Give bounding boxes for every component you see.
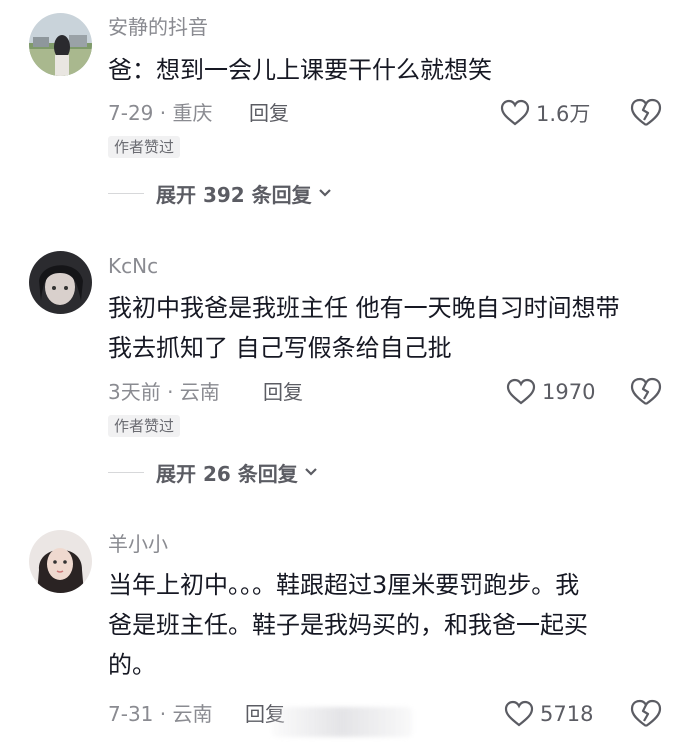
comment-text: 我初中我爸是我班主任 他有一天晚自习时间想带 我去抓知了 自己写假条给自己批	[108, 288, 668, 368]
comment-line: 爸：想到一会儿上课要干什么就想笑	[108, 56, 492, 84]
dislike-button[interactable]	[630, 377, 662, 407]
heart-outline-icon	[500, 99, 530, 126]
broken-heart-icon	[630, 699, 662, 727]
chevron-down-icon	[304, 468, 317, 476]
comment-text: 当年上初中。。。鞋跟超过3厘米要罚跑步。我 爸是班主任。鞋子是我妈买的，和我爸一…	[108, 565, 668, 685]
expand-replies-label[interactable]: 展开 392 条回复	[156, 179, 312, 208]
broken-heart-icon	[630, 98, 662, 126]
avatar[interactable]	[29, 251, 92, 314]
reply-button[interactable]: 回复	[249, 100, 289, 126]
broken-heart-icon	[630, 377, 662, 405]
expand-replies-label[interactable]: 展开 26 条回复	[156, 458, 298, 487]
comment-line: 的。	[108, 651, 156, 679]
comment-meta: 3天前 · 云南	[108, 380, 220, 404]
username[interactable]: 安静的抖音	[108, 15, 208, 39]
comment-line: 我初中我爸是我班主任 他有一天晚自习时间想带	[108, 294, 620, 322]
like-count: 1.6万	[536, 102, 591, 126]
dislike-button[interactable]	[630, 699, 662, 729]
expand-replies[interactable]: 展开 392 条回复	[108, 178, 332, 208]
expand-replies[interactable]: 展开 26 条回复	[108, 457, 318, 487]
username[interactable]: KcNc	[108, 254, 158, 278]
divider	[108, 192, 144, 194]
avatar[interactable]	[29, 13, 92, 76]
heart-outline-icon	[506, 378, 536, 405]
comment-line: 我去抓知了 自己写假条给自己批	[108, 334, 452, 362]
comment-line: 当年上初中。。。鞋跟超过3厘米要罚跑步。我	[108, 571, 580, 599]
author-liked-badge: 作者赞过	[108, 415, 181, 437]
like-count: 5718	[540, 702, 594, 726]
dislike-button[interactable]	[630, 98, 662, 128]
comment-meta: 7-29 · 重庆	[108, 101, 213, 125]
like-button[interactable]: 1.6万	[500, 98, 590, 128]
comment-text: 爸：想到一会儿上课要干什么就想笑	[108, 50, 668, 90]
heart-outline-icon	[504, 700, 534, 727]
comment-line: 爸是班主任。鞋子是我妈买的，和我爸一起买	[108, 611, 588, 639]
chevron-down-icon	[318, 189, 331, 197]
reply-button[interactable]: 回复	[263, 379, 303, 405]
watermark-blur	[272, 707, 412, 737]
like-count: 1970	[542, 380, 596, 404]
username[interactable]: 羊小小	[108, 532, 168, 556]
comment-meta: 7-31 · 云南	[108, 702, 213, 726]
like-button[interactable]: 1970	[506, 377, 595, 407]
avatar[interactable]	[29, 530, 92, 593]
author-liked-badge: 作者赞过	[108, 136, 181, 158]
divider	[108, 471, 144, 473]
like-button[interactable]: 5718	[504, 699, 593, 729]
